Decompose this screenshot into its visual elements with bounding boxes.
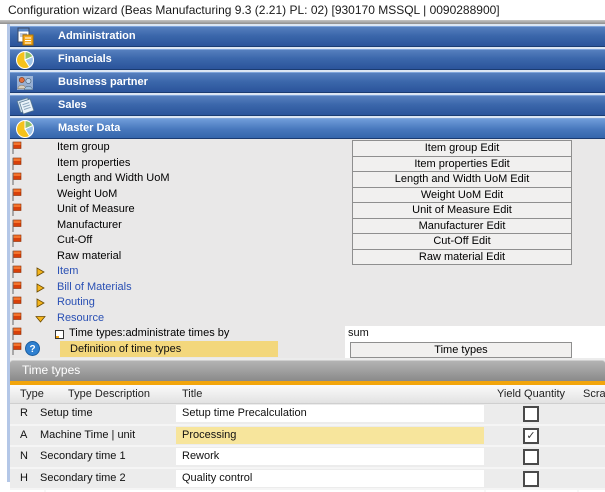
cut-off-edit-button[interactable]: Cut-Off Edit: [352, 233, 572, 250]
title-cell-field[interactable]: Rework: [176, 448, 484, 465]
setting-checkbox-icon[interactable]: [55, 330, 64, 339]
panel-title: Time types: [22, 363, 80, 377]
section-business-partner[interactable]: Business partner: [10, 72, 605, 93]
yield-quantity-checkbox[interactable]: [523, 449, 539, 465]
title-bar: Configuration wizard (Beas Manufacturing…: [0, 0, 605, 20]
tree-item-resource[interactable]: Resource: [10, 311, 605, 327]
yield-quantity-checkbox[interactable]: [523, 471, 539, 487]
title-cell-field[interactable]: Processing: [176, 427, 484, 444]
section-sales[interactable]: Sales: [10, 95, 605, 116]
table-row[interactable]: R Setup time Setup time Precalculation: [10, 404, 605, 426]
table-row-selected[interactable]: A Machine Time | unit Processing ✓: [10, 426, 605, 448]
definition-of-time-types-highlight[interactable]: Definition of time types: [60, 341, 278, 357]
column-header-description: Type Description: [44, 385, 174, 403]
tree-item-label: Time types:administrate times by: [69, 326, 229, 341]
section-label: Financials: [58, 50, 112, 69]
item-properties-edit-button[interactable]: Item properties Edit: [352, 156, 572, 173]
tree-item-label: Routing: [57, 295, 95, 310]
section-label: Administration: [58, 27, 136, 46]
column-header-scrap: Scra: [583, 385, 605, 403]
raw-material-edit-button[interactable]: Raw material Edit: [352, 249, 572, 266]
description-cell: Setup time: [40, 407, 93, 419]
description-cell: Secondary time 1: [40, 450, 126, 462]
tree-item-label: Cut-Off: [57, 233, 92, 248]
section-label: Business partner: [58, 73, 148, 92]
tree-item-label: Item group: [57, 140, 110, 155]
title-cell-field[interactable]: Quality control: [176, 470, 484, 487]
time-types-button[interactable]: Time types: [350, 342, 572, 358]
svg-text:?: ?: [29, 344, 35, 355]
item-group-edit-button[interactable]: Item group Edit: [352, 140, 572, 157]
tree-item-item[interactable]: Item: [10, 264, 605, 280]
length-width-uom-edit-button[interactable]: Length and Width UoM Edit: [352, 171, 572, 188]
tree-item-label: Item properties: [57, 156, 130, 171]
tree-item-label: Raw material: [57, 249, 121, 264]
section-master-data[interactable]: Master Data: [10, 118, 605, 139]
panel-header: Time types: [10, 360, 605, 381]
type-cell: R: [20, 407, 28, 419]
unit-of-measure-edit-button[interactable]: Unit of Measure Edit: [352, 202, 572, 219]
yield-quantity-checkbox[interactable]: [523, 406, 539, 422]
table-column-headers: Type Type Description Title Yield Quanti…: [10, 385, 605, 404]
type-cell: N: [20, 450, 28, 462]
window-title: Configuration wizard (Beas Manufacturing…: [8, 3, 500, 17]
form-icon: [15, 27, 35, 47]
tree-item-label: Item: [57, 264, 78, 279]
tree-item-label: Length and Width UoM: [57, 171, 170, 186]
table-row[interactable]: H Secondary time 2 Quality control: [10, 469, 605, 491]
column-header-type: Type: [20, 385, 44, 403]
tree-item-label: Resource: [57, 311, 104, 326]
tree-item-routing[interactable]: Routing: [10, 295, 605, 311]
pie-chart-icon: [15, 50, 35, 70]
tree-item-bill-of-materials[interactable]: Bill of Materials: [10, 280, 605, 296]
section-financials[interactable]: Financials: [10, 49, 605, 70]
administrate-times-value-field[interactable]: sum: [345, 326, 605, 341]
manufacturer-edit-button[interactable]: Manufacturer Edit: [352, 218, 572, 235]
tree-item-label: Bill of Materials: [57, 280, 132, 295]
tree-item-label: Weight UoM: [57, 187, 117, 202]
section-label: Sales: [58, 96, 87, 115]
section-label: Master Data: [58, 119, 120, 138]
section-administration[interactable]: Administration: [10, 26, 605, 47]
documents-icon: [15, 96, 35, 116]
tree-item-label: Unit of Measure: [57, 202, 135, 217]
table-rows: R Setup time Setup time Precalculation A…: [10, 404, 605, 482]
configuration-wizard-window: { "window": { "title": "Configuration wi…: [0, 0, 605, 482]
people-icon: [15, 73, 35, 93]
description-cell: Machine Time | unit: [40, 429, 135, 441]
title-cell-field[interactable]: Setup time Precalculation: [176, 405, 484, 422]
tree-item-label: Manufacturer: [57, 218, 122, 233]
weight-uom-edit-button[interactable]: Weight UoM Edit: [352, 187, 572, 204]
time-types-panel: Time types Type Type Description Title Y…: [10, 358, 605, 482]
column-header-yield: Yield Quantity: [485, 385, 577, 403]
yield-quantity-checkbox[interactable]: ✓: [523, 428, 539, 444]
table-row[interactable]: N Secondary time 1 Rework: [10, 447, 605, 469]
pie-chart-icon: [15, 119, 35, 139]
column-header-title: Title: [182, 385, 202, 403]
type-cell: A: [20, 429, 27, 441]
